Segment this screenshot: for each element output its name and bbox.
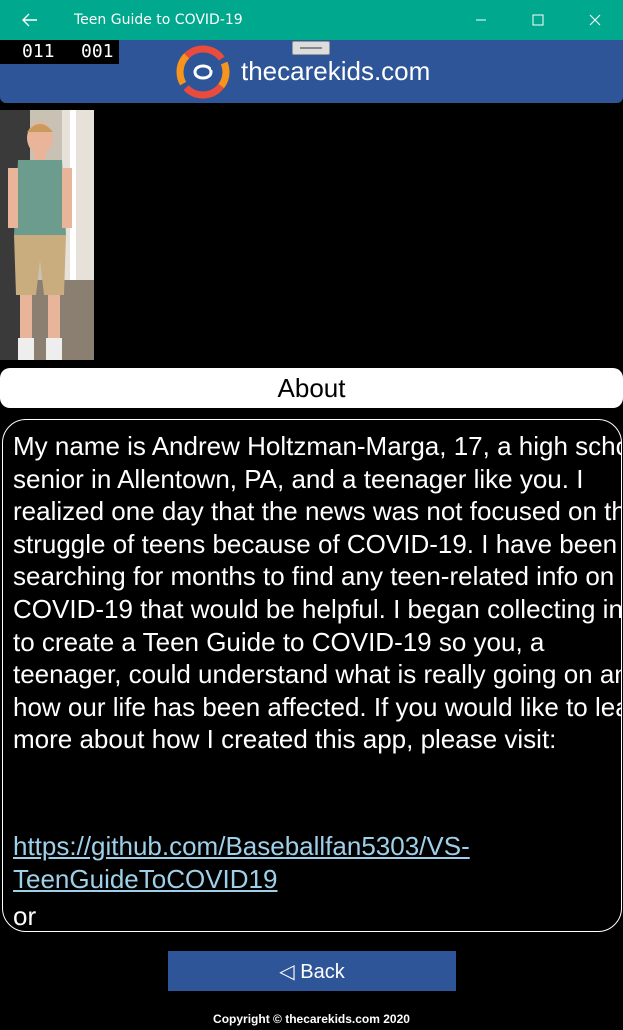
back-arrow-icon[interactable] [0,0,59,40]
or-text: or [13,901,37,931]
window-title: Teen Guide to COVID-19 [74,12,243,28]
close-icon[interactable] [566,0,623,40]
back-button[interactable]: ◁ Back [168,951,456,991]
copyright-text: Copyright © thecarekids.com 2020 [213,1012,410,1026]
github-link[interactable]: https://github.com/Baseballfan5303/VS-Te… [13,830,573,895]
maximize-icon[interactable] [509,0,566,40]
title-bar: Teen Guide to COVID-19 [0,0,623,40]
about-paragraph: My name is Andrew Holtzman-Marga, 17, a … [13,431,622,755]
about-text-box[interactable]: My name is Andrew Holtzman-Marga, 17, a … [2,419,622,932]
minimize-icon[interactable] [452,0,509,40]
author-photo [0,110,94,360]
about-heading-bar: About [0,368,623,408]
frame-counter: 011 001 [0,40,119,64]
drag-handle[interactable] [292,41,330,55]
thecarekids-logo-icon [173,42,233,102]
site-name: thecarekids.com [241,56,431,86]
counter-right: 001 [81,41,114,62]
counter-left: 011 [22,41,55,62]
about-title: About [277,372,346,403]
